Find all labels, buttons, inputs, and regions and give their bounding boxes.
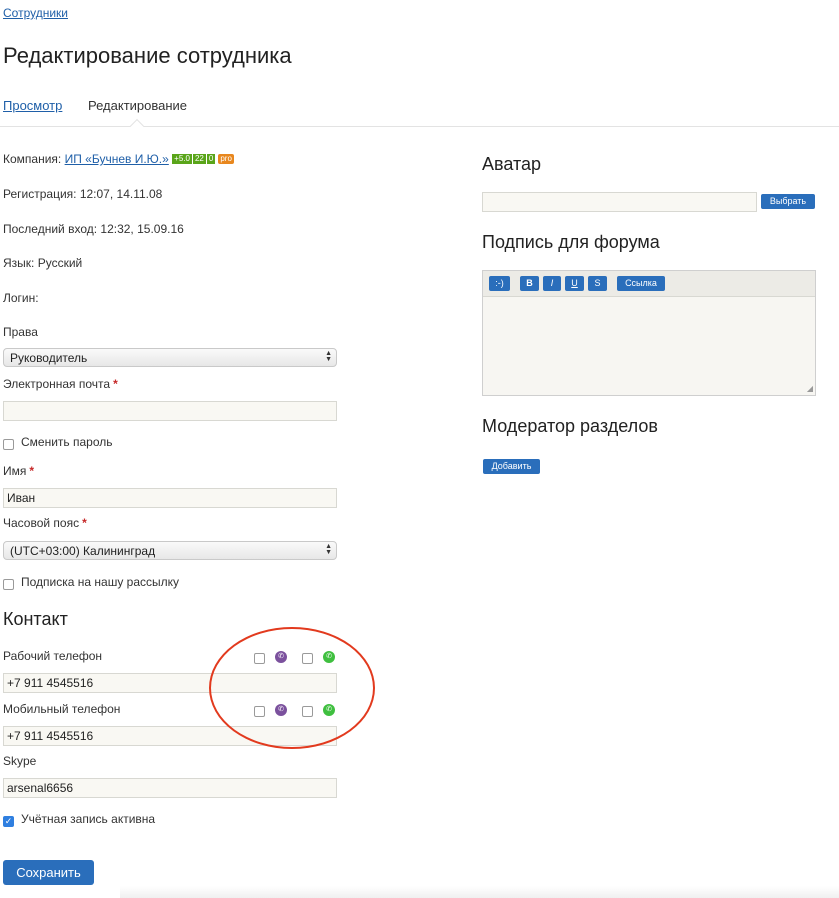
rights-select[interactable]: Руководитель ▲ ▼ bbox=[3, 348, 337, 367]
annotation-circle bbox=[209, 627, 375, 749]
account-active-label: Учётная запись активна bbox=[21, 812, 156, 826]
skype-field[interactable]: arsenal6656 bbox=[3, 778, 337, 798]
work-phone-label: Рабочий телефон bbox=[3, 649, 103, 663]
save-button[interactable]: Сохранить bbox=[3, 860, 94, 885]
timezone-select[interactable]: (UTC+03:00) Калининград ▲ ▼ bbox=[3, 541, 337, 560]
rating-badge: +5.0 bbox=[172, 154, 192, 164]
active-tab-pointer bbox=[129, 118, 145, 134]
avatar-heading: Аватар bbox=[482, 154, 542, 174]
moderator-heading: Модератор разделов bbox=[482, 416, 658, 436]
newsletter-label: Подписка на нашу рассылку bbox=[21, 575, 180, 589]
required-mark: * bbox=[113, 377, 118, 391]
timezone-label: Часовой пояс * bbox=[3, 516, 87, 530]
contact-heading: Контакт bbox=[3, 609, 68, 629]
account-active-checkbox[interactable]: ✓ bbox=[3, 816, 14, 827]
required-mark: * bbox=[82, 516, 87, 530]
required-mark: * bbox=[29, 464, 35, 478]
name-field[interactable]: Иван bbox=[3, 488, 337, 508]
timezone-select-value: (UTC+03:00) Калининград bbox=[10, 544, 156, 558]
tab-edit[interactable]: Редактирование bbox=[88, 98, 187, 113]
registration-info: Регистрация: 12:07, 14.11.08 bbox=[3, 187, 163, 201]
page-title: Редактирование сотрудника bbox=[3, 43, 292, 68]
rights-label: Права bbox=[3, 325, 38, 339]
select-arrows-icon: ▲ ▼ bbox=[325, 350, 332, 363]
rights-select-value: Руководитель bbox=[10, 351, 88, 365]
signature-textarea[interactable] bbox=[483, 297, 815, 395]
signature-heading: Подпись для форума bbox=[482, 232, 660, 252]
strike-button[interactable]: S bbox=[588, 276, 607, 291]
company-label: Компания: bbox=[3, 152, 62, 166]
add-moderator-section-button[interactable]: Добавить bbox=[483, 459, 540, 474]
newsletter-checkbox[interactable] bbox=[3, 579, 14, 590]
skype-label: Skype bbox=[3, 754, 37, 768]
tabs-bar: Просмотр Редактирование bbox=[0, 96, 839, 134]
reviews-badge: 22 bbox=[192, 154, 206, 164]
underline-button[interactable]: U bbox=[565, 276, 584, 291]
link-button[interactable]: Ссылка bbox=[617, 276, 665, 291]
complaints-badge: 0 bbox=[206, 154, 216, 164]
breadcrumb-link-employees[interactable]: Сотрудники bbox=[3, 6, 68, 20]
language-info: Язык: Русский bbox=[3, 256, 83, 270]
last-login-info: Последний вход: 12:32, 15.09.16 bbox=[3, 222, 184, 236]
avatar-file-field[interactable] bbox=[482, 192, 757, 212]
name-label: Имя * bbox=[3, 464, 35, 478]
select-arrows-icon: ▲ ▼ bbox=[325, 543, 332, 556]
italic-button[interactable]: I bbox=[543, 276, 561, 291]
login-label: Логин: bbox=[3, 291, 39, 305]
change-password-label: Сменить пароль bbox=[21, 435, 113, 449]
mobile-phone-label: Мобильный телефон bbox=[3, 702, 121, 716]
bottom-shadow bbox=[120, 886, 839, 898]
email-field[interactable] bbox=[3, 401, 337, 421]
smiley-button[interactable]: :-) bbox=[489, 276, 510, 291]
pro-badge: pro bbox=[218, 154, 234, 164]
editor-toolbar: :-) B I U S Ссылка bbox=[483, 271, 815, 297]
email-label: Электронная почта * bbox=[3, 377, 118, 391]
choose-avatar-button[interactable]: Выбрать bbox=[761, 194, 815, 209]
bold-button[interactable]: B bbox=[520, 276, 539, 291]
tab-view[interactable]: Просмотр bbox=[3, 98, 62, 113]
company-link[interactable]: ИП «Бучнев И.Ю.» bbox=[65, 152, 169, 166]
change-password-checkbox[interactable] bbox=[3, 439, 14, 450]
company-row: Компания: ИП «Бучнев И.Ю.» +5.0 22 0 pro bbox=[3, 152, 234, 166]
